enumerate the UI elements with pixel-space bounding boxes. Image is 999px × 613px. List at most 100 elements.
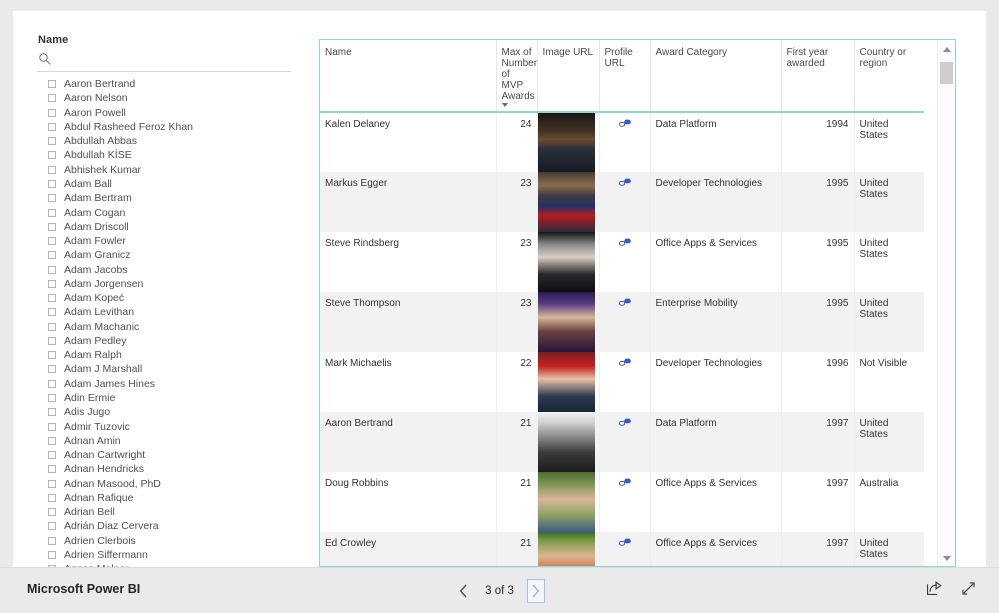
slicer-checkbox[interactable] xyxy=(48,137,56,146)
mvp-table-visual[interactable]: Name Max of Number of MVP Awards Image U… xyxy=(319,39,956,567)
table-row[interactable]: Steve Thompson 23 Enterprise Mobility 1995 U… xyxy=(320,292,924,352)
slicer-checkbox[interactable] xyxy=(48,522,56,531)
slicer-checkbox[interactable] xyxy=(48,237,56,246)
slicer-checkbox[interactable] xyxy=(48,222,56,231)
column-header-name[interactable]: Name xyxy=(320,40,497,112)
chevron-up-icon[interactable] xyxy=(938,41,955,58)
column-header-max-awards[interactable]: Max of Number of MVP Awards xyxy=(496,40,538,112)
slicer-item[interactable]: Abdul Rasheed Feroz Khan xyxy=(33,120,305,134)
slicer-item[interactable]: Adam J Marshall xyxy=(33,362,305,376)
slicer-item[interactable]: Abdullah Abbas xyxy=(33,134,305,148)
slicer-item[interactable]: Abhishek Kumar xyxy=(33,163,305,177)
slicer-item[interactable]: Adnan Rafique xyxy=(33,491,305,505)
slicer-checkbox[interactable] xyxy=(48,408,56,417)
slicer-checkbox[interactable] xyxy=(48,108,56,117)
link-icon[interactable] xyxy=(618,298,631,308)
slicer-checkbox[interactable] xyxy=(48,508,56,517)
link-icon[interactable] xyxy=(618,238,631,248)
slicer-item[interactable]: Adnan Masood, PhD xyxy=(33,476,305,490)
slicer-item[interactable]: Adam Ralph xyxy=(33,348,305,362)
link-icon[interactable] xyxy=(618,418,631,428)
slicer-checkbox[interactable] xyxy=(48,493,56,502)
slicer-checkbox[interactable] xyxy=(48,279,56,288)
slicer-checkbox[interactable] xyxy=(48,393,56,402)
column-header-first-year[interactable]: First year awarded xyxy=(781,40,855,112)
chevron-down-icon[interactable] xyxy=(938,550,955,566)
slicer-item[interactable]: Adam Fowler xyxy=(33,234,305,248)
slicer-item[interactable]: Adam Granicz xyxy=(33,248,305,262)
slicer-item[interactable]: Adam Jorgensen xyxy=(33,277,305,291)
table-vertical-scrollbar[interactable] xyxy=(937,41,955,566)
slicer-checkbox[interactable] xyxy=(48,194,56,203)
column-header-image-url[interactable]: Image URL xyxy=(537,40,600,112)
table-row[interactable]: Markus Egger 23 Developer Technologies 1995… xyxy=(320,172,924,232)
column-header-profile-url[interactable]: Profile URL xyxy=(599,40,651,112)
slicer-checkbox[interactable] xyxy=(48,351,56,360)
slicer-item[interactable]: Adam Jacobs xyxy=(33,262,305,276)
slicer-item[interactable]: Abdullah KİSE xyxy=(33,148,305,162)
link-icon[interactable] xyxy=(618,478,631,488)
link-icon[interactable] xyxy=(618,538,631,548)
previous-page-button[interactable] xyxy=(455,579,473,603)
table-row[interactable]: Doug Robbins 21 Office Apps & Services 1997… xyxy=(320,472,924,532)
slicer-item[interactable]: Adin Ermie xyxy=(33,391,305,405)
link-icon[interactable] xyxy=(618,178,631,188)
slicer-checkbox[interactable] xyxy=(48,122,56,131)
slicer-checkbox[interactable] xyxy=(48,336,56,345)
slicer-item[interactable]: Aaron Powell xyxy=(33,106,305,120)
column-header-award-category[interactable]: Award Category xyxy=(650,40,782,112)
slicer-search-box[interactable] xyxy=(37,50,291,72)
slicer-item-list[interactable]: Aaron Bertrand Aaron Nelson Aaron Powell Ab… xyxy=(33,77,305,567)
slicer-checkbox[interactable] xyxy=(48,365,56,374)
slicer-checkbox[interactable] xyxy=(48,179,56,188)
slicer-item[interactable]: Adnan Hendricks xyxy=(33,462,305,476)
slicer-checkbox[interactable] xyxy=(48,151,56,160)
slicer-item[interactable]: Adnan Cartwright xyxy=(33,448,305,462)
slicer-item[interactable]: Adam Machanic xyxy=(33,320,305,334)
slicer-item[interactable]: Adrien Clerbois xyxy=(33,534,305,548)
slicer-item[interactable]: Adrian Bell xyxy=(33,505,305,519)
column-header-country[interactable]: Country or region xyxy=(854,40,924,112)
slicer-checkbox[interactable] xyxy=(48,436,56,445)
slicer-checkbox[interactable] xyxy=(48,308,56,317)
slicer-checkbox[interactable] xyxy=(48,536,56,545)
slicer-checkbox[interactable] xyxy=(48,208,56,217)
slicer-checkbox[interactable] xyxy=(48,322,56,331)
slicer-checkbox[interactable] xyxy=(48,550,56,559)
slicer-checkbox[interactable] xyxy=(48,479,56,488)
link-icon[interactable] xyxy=(618,358,631,368)
next-page-button[interactable] xyxy=(526,579,545,603)
slicer-item[interactable]: Adnan Amin xyxy=(33,434,305,448)
table-row[interactable]: Mark Michaelis 22 Developer Technologies 19… xyxy=(320,352,924,412)
slicer-item[interactable]: Adam Levithan xyxy=(33,305,305,319)
slicer-item[interactable]: Admir Tuzovic xyxy=(33,419,305,433)
slicer-search-input[interactable] xyxy=(57,50,287,69)
share-icon[interactable] xyxy=(925,580,942,597)
table-row[interactable]: Steve Rindsberg 23 Office Apps & Services 1… xyxy=(320,232,924,292)
slicer-checkbox[interactable] xyxy=(48,165,56,174)
slicer-item[interactable]: Adam Kopeć xyxy=(33,291,305,305)
slicer-item[interactable]: Adrián Diaz Cervera xyxy=(33,519,305,533)
slicer-checkbox[interactable] xyxy=(48,94,56,103)
slicer-checkbox[interactable] xyxy=(48,251,56,260)
slicer-checkbox[interactable] xyxy=(48,422,56,431)
slicer-item[interactable]: Adam Pedley xyxy=(33,334,305,348)
slicer-item[interactable]: Adam Bertram xyxy=(33,191,305,205)
slicer-checkbox[interactable] xyxy=(48,451,56,460)
link-icon[interactable] xyxy=(618,119,631,129)
slicer-checkbox[interactable] xyxy=(48,80,56,89)
table-row[interactable]: Aaron Bertrand 21 Data Platform 1997 United … xyxy=(320,412,924,472)
slicer-item[interactable]: Adis Jugo xyxy=(33,405,305,419)
slicer-item[interactable]: Adam James Hines xyxy=(33,377,305,391)
slicer-item[interactable]: Adam Cogan xyxy=(33,205,305,219)
fullscreen-icon[interactable] xyxy=(960,580,977,597)
slicer-item[interactable]: Adam Ball xyxy=(33,177,305,191)
table-row[interactable]: Ed Crowley 21 Office Apps & Services 1997 Un… xyxy=(320,532,924,566)
scrollbar-thumb[interactable] xyxy=(940,62,953,84)
slicer-checkbox[interactable] xyxy=(48,294,56,303)
slicer-checkbox[interactable] xyxy=(48,265,56,274)
slicer-item[interactable]: Adrien Siffermann xyxy=(33,548,305,562)
slicer-item[interactable]: Adam Driscoll xyxy=(33,220,305,234)
slicer-item[interactable]: Aaron Bertrand xyxy=(33,77,305,91)
slicer-checkbox[interactable] xyxy=(48,465,56,474)
